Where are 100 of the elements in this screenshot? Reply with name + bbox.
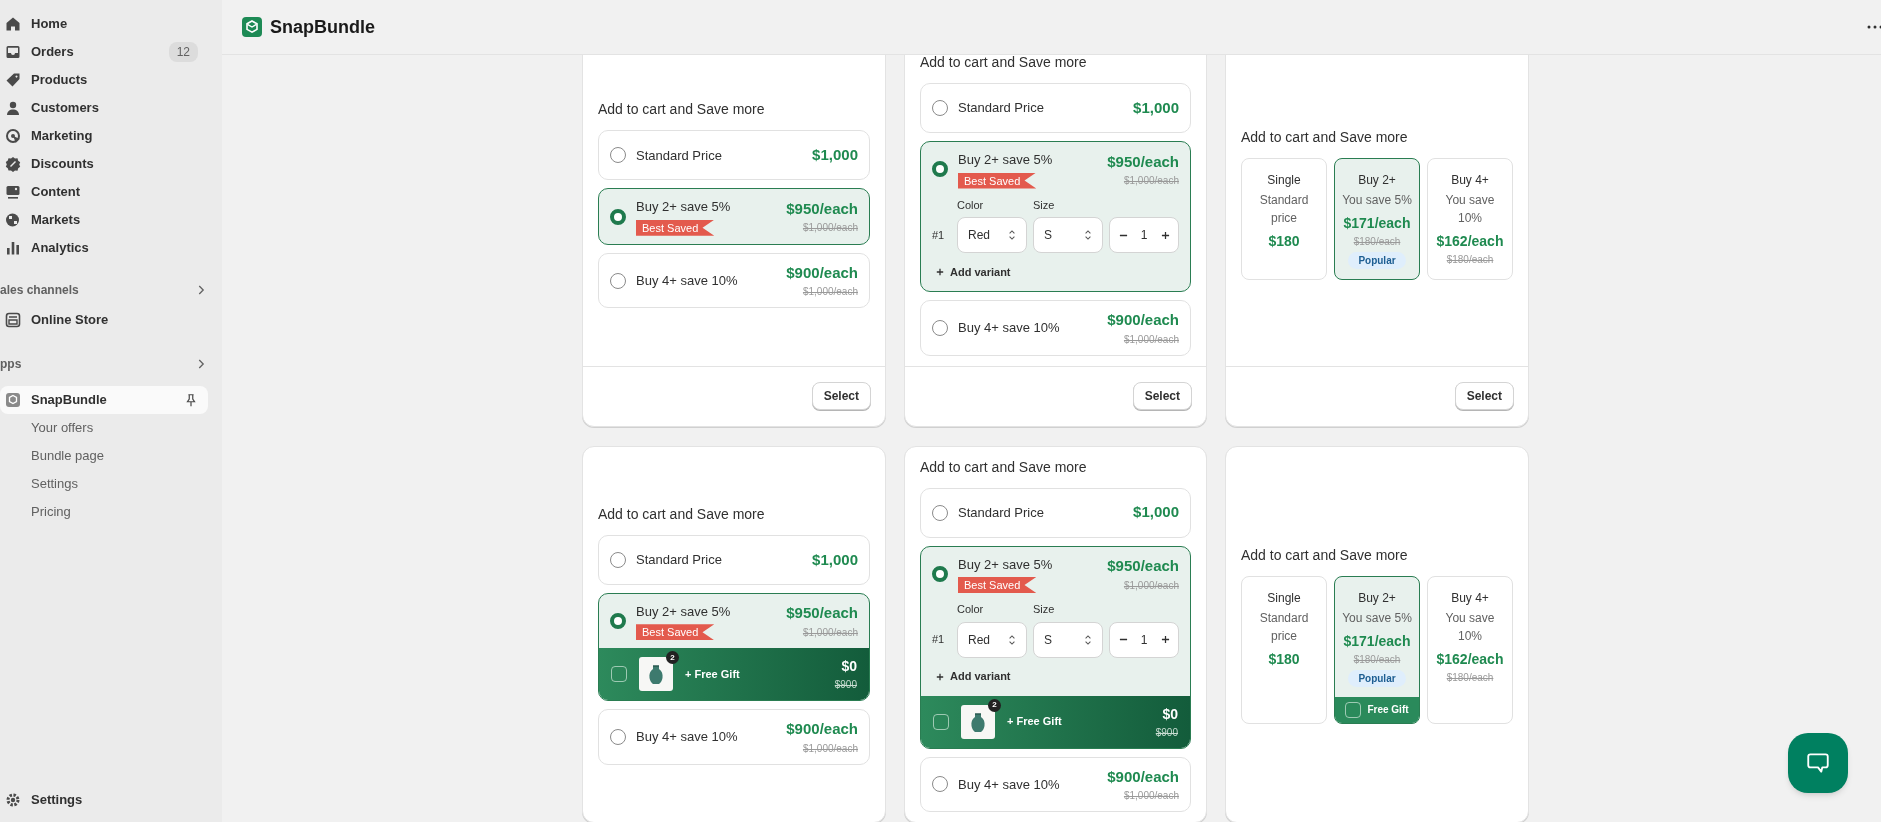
globe-icon xyxy=(5,212,21,228)
original-price: $1,000/each xyxy=(802,625,858,640)
nav-item[interactable]: Content xyxy=(0,178,208,206)
offer-option[interactable]: Standard Price $1,000 xyxy=(920,83,1191,133)
offer-option[interactable]: Buy 2+ save 5% Best Saved $950/each $1,000/each 2 + Free Gift $0 $900 xyxy=(598,592,870,702)
color-select[interactable]: Red xyxy=(957,217,1027,253)
nav-item[interactable]: Discounts xyxy=(0,150,208,178)
original-price: $1,000/each xyxy=(1123,174,1179,188)
color-select[interactable]: Red xyxy=(957,621,1027,658)
gift-label: + Free Gift xyxy=(1007,714,1063,730)
best-saved-ribbon: Best Saved xyxy=(636,219,715,236)
plus-icon xyxy=(936,268,944,276)
chevron-up-down-icon xyxy=(1008,229,1016,241)
nav-item[interactable]: Marketing xyxy=(0,122,208,150)
offer-option[interactable]: Buy 4+ save 10% $900/each $1,000/each xyxy=(598,252,870,309)
nav-subitem[interactable]: Your offers xyxy=(0,414,208,442)
radio-button[interactable] xyxy=(610,729,626,745)
offer-option[interactable]: Standard Price $1,000 xyxy=(598,130,870,181)
card-heading: Add to cart and Save more xyxy=(598,100,766,120)
best-saved-ribbon: Best Saved xyxy=(958,577,1037,593)
chat-bubble-icon xyxy=(1805,750,1831,776)
nav-item[interactable]: Analytics xyxy=(0,234,208,262)
tile-title: Buy 2+ xyxy=(1358,589,1396,607)
nav-item[interactable]: Home xyxy=(0,10,208,38)
radio-button[interactable] xyxy=(610,272,626,289)
offer-tile[interactable]: Single Standard price $180 xyxy=(1241,575,1327,724)
section-heading: ales channels xyxy=(0,282,79,299)
radio-button[interactable] xyxy=(932,504,948,521)
row-label: #1 xyxy=(932,227,946,243)
select-button[interactable]: Select xyxy=(1132,382,1192,410)
add-variant-button[interactable]: Add variant xyxy=(936,261,1011,283)
nav-item[interactable]: Online Store xyxy=(0,306,208,334)
field-label: Color xyxy=(957,602,985,617)
offer-tile[interactable]: Buy 2+ You save 5% $171/each $180/each Popular xyxy=(1334,158,1420,281)
add-variant-button[interactable]: Add variant xyxy=(936,665,1011,688)
option-price: $900/each xyxy=(786,262,858,283)
gift-checkbox[interactable] xyxy=(1345,701,1362,718)
plus-icon xyxy=(1160,230,1170,240)
app-logo-icon xyxy=(5,392,21,408)
size-select[interactable]: S xyxy=(1033,217,1103,253)
radio-button[interactable] xyxy=(932,100,948,116)
option-price: $950/each xyxy=(1107,556,1179,576)
tile-subtitle: You save 10% xyxy=(1444,192,1496,228)
offer-tile[interactable]: Buy 4+ You save 10% $162/each $180/each xyxy=(1427,575,1513,724)
gift-price: $0 xyxy=(841,657,857,677)
nav-item[interactable]: SnapBundle xyxy=(0,386,208,414)
tile-price: $171/each xyxy=(1343,631,1411,651)
nav-item[interactable]: Customers xyxy=(0,94,208,122)
vase-thumbnail xyxy=(639,657,673,692)
home-icon xyxy=(5,16,21,32)
inbox-icon xyxy=(5,44,21,60)
select-button[interactable]: Select xyxy=(811,382,871,410)
offer-option[interactable]: Buy 2+ save 5% Best Saved $950/each $1,000/each Color Size #1 Red S 1 Add variant xyxy=(920,141,1191,292)
original-price: $1,000/each xyxy=(802,741,858,756)
original-price: $180/each xyxy=(1446,253,1494,268)
radio-button[interactable] xyxy=(932,776,948,793)
size-select[interactable]: S xyxy=(1033,621,1103,658)
field-label: Color xyxy=(957,197,985,213)
offer-option[interactable]: Standard Price $1,000 xyxy=(920,487,1191,538)
popular-badge: Popular xyxy=(1348,252,1406,270)
select-button[interactable]: Select xyxy=(1454,382,1514,410)
original-price: $180/each xyxy=(1353,652,1401,667)
offer-tile[interactable]: Buy 2+ You save 5% $171/each $180/each Popular Free Gift xyxy=(1334,575,1420,724)
tile-title: Single xyxy=(1267,589,1301,607)
offer-option[interactable]: Buy 4+ save 10% $900/each $1,000/each xyxy=(920,756,1191,812)
radio-button[interactable] xyxy=(610,147,626,164)
radio-button[interactable] xyxy=(610,613,626,629)
nav-subitem[interactable]: Bundle page xyxy=(0,442,208,470)
offer-option[interactable]: Buy 4+ save 10% $900/each $1,000/each xyxy=(920,300,1191,356)
offer-option[interactable]: Standard Price $1,000 xyxy=(598,534,870,585)
nav-subitem[interactable]: Pricing xyxy=(0,498,208,526)
offer-option[interactable]: Buy 2+ save 5% Best Saved $950/each $1,000/each Color Size #1 Red S 1 Add variant 2 + Free Gift $0 $900 xyxy=(920,545,1191,749)
option-price: $1,000 xyxy=(812,145,858,165)
offer-tile[interactable]: Buy 4+ You save 10% $162/each $180/each xyxy=(1427,158,1513,281)
gift-original-price: $900 xyxy=(1155,725,1178,740)
radio-button[interactable] xyxy=(932,319,948,336)
radio-button[interactable] xyxy=(932,565,948,582)
option-price: $950/each xyxy=(786,603,858,624)
nav-item[interactable]: Markets xyxy=(0,206,208,234)
radio-button[interactable] xyxy=(932,161,948,178)
nav-item[interactable]: Orders 12 xyxy=(0,38,208,66)
chevron-up-down-icon xyxy=(1084,633,1092,646)
tile-subtitle: You save 10% xyxy=(1444,609,1496,645)
gift-checkbox[interactable] xyxy=(933,713,949,730)
nav-item[interactable]: Products xyxy=(0,66,208,94)
nav-subitem[interactable]: Settings xyxy=(0,470,208,498)
nav-item[interactable]: Settings xyxy=(0,786,208,814)
offer-option[interactable]: Buy 2+ save 5% Best Saved $950/each $1,000/each xyxy=(598,188,870,245)
option-price: $900/each xyxy=(1107,766,1179,787)
gift-checkbox[interactable] xyxy=(611,666,627,683)
chat-button[interactable] xyxy=(1788,733,1848,793)
tile-subtitle: You save 5% xyxy=(1342,609,1412,627)
app-title: SnapBundle xyxy=(270,15,375,39)
tag-icon xyxy=(5,72,21,88)
radio-button[interactable] xyxy=(610,551,626,568)
offer-tile[interactable]: Single Standard price $180 xyxy=(1241,158,1327,281)
option-label: Buy 2+ save 5% xyxy=(636,198,731,217)
radio-button[interactable] xyxy=(610,208,626,225)
gift-label: Free Gift xyxy=(1367,703,1409,718)
offer-option[interactable]: Buy 4+ save 10% $900/each $1,000/each xyxy=(598,709,870,765)
